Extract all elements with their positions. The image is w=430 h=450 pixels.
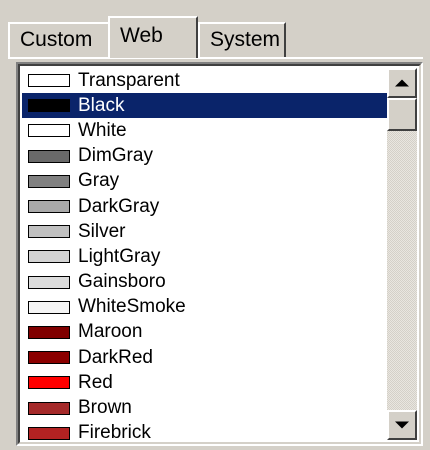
color-swatch (28, 401, 70, 415)
arrow-down-icon (395, 421, 409, 429)
color-name: WhiteSmoke (78, 296, 186, 318)
color-swatch (28, 300, 70, 314)
color-swatch (28, 99, 70, 113)
color-name: Silver (78, 220, 126, 242)
color-item-transparent[interactable]: Transparent (22, 68, 391, 93)
scroll-thumb[interactable] (387, 98, 417, 131)
color-item-dimgray[interactable]: DimGray (22, 144, 391, 169)
color-swatch (28, 174, 70, 188)
color-name: LightGray (78, 245, 161, 267)
color-name: Gray (78, 170, 120, 192)
color-swatch (28, 124, 70, 138)
color-item-darkred[interactable]: DarkRed (22, 345, 391, 370)
color-item-gray[interactable]: Gray (22, 169, 391, 194)
color-name: Maroon (78, 321, 143, 343)
tab-custom[interactable]: Custom (8, 22, 110, 58)
tab-divider (8, 57, 423, 59)
color-item-red[interactable]: Red (22, 370, 391, 395)
color-item-lightgray[interactable]: LightGray (22, 244, 391, 269)
color-item-black[interactable]: Black (22, 93, 391, 119)
tab-custom-label: Custom (20, 28, 93, 51)
color-name: Red (78, 371, 113, 393)
color-name: DarkGray (78, 195, 160, 217)
color-name: DarkRed (78, 346, 153, 368)
color-list: Transparent Black White DimGray Gray DarkGray… (22, 68, 391, 442)
color-swatch (28, 325, 70, 339)
color-item-white[interactable]: White (22, 118, 391, 143)
color-swatch (28, 426, 70, 440)
color-name: Black (78, 94, 125, 116)
color-swatch (28, 351, 70, 365)
scroll-up-button[interactable] (387, 68, 417, 98)
tab-system[interactable]: System (198, 22, 286, 58)
color-item-whitesmoke[interactable]: WhiteSmoke (22, 295, 391, 320)
color-swatch (28, 74, 70, 88)
color-swatch (28, 376, 70, 390)
color-item-maroon[interactable]: Maroon (22, 320, 391, 345)
color-swatch (28, 275, 70, 289)
color-name: Gainsboro (78, 271, 166, 293)
color-item-brown[interactable]: Brown (22, 395, 391, 420)
color-item-silver[interactable]: Silver (22, 219, 391, 244)
color-swatch (28, 149, 70, 163)
color-swatch (28, 200, 70, 214)
color-swatch (28, 250, 70, 264)
color-swatch (28, 225, 70, 239)
color-item-firebrick[interactable]: Firebrick (22, 421, 391, 442)
vertical-scrollbar[interactable] (387, 68, 417, 440)
arrow-up-icon (395, 79, 409, 87)
color-item-gainsboro[interactable]: Gainsboro (22, 270, 391, 295)
color-name: White (78, 119, 127, 141)
scroll-down-button[interactable] (387, 410, 417, 440)
color-name: Transparent (78, 69, 180, 91)
tab-web[interactable]: Web (108, 16, 198, 58)
color-item-darkgray[interactable]: DarkGray (22, 194, 391, 219)
web-colors-listbox[interactable]: Transparent Black White DimGray Gray DarkGray… (16, 62, 423, 446)
color-picker-dropdown: Custom Web System Transparent Black White D… (0, 0, 430, 450)
color-name: Firebrick (78, 422, 151, 442)
tab-web-label: Web (120, 24, 163, 47)
color-name: Brown (78, 397, 132, 419)
color-name: DimGray (78, 145, 153, 167)
tab-system-label: System (210, 28, 281, 51)
